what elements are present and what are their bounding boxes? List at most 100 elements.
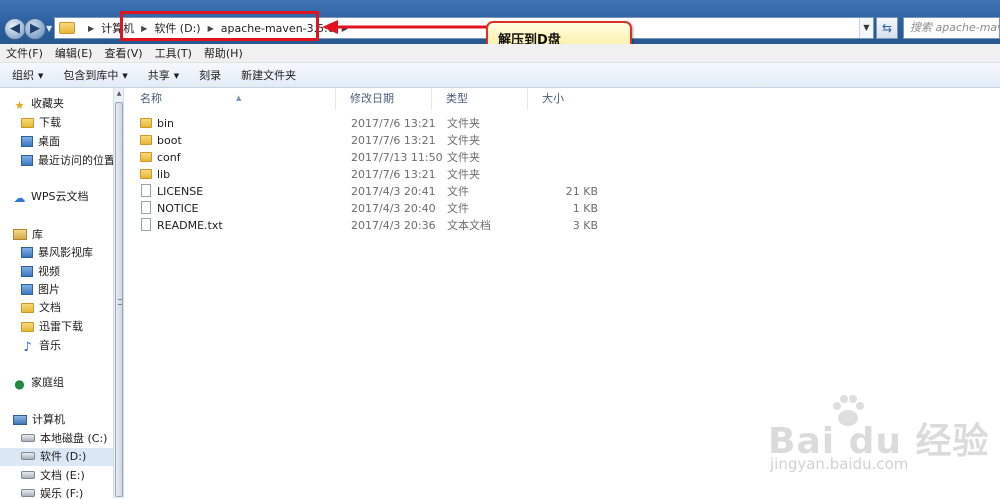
nav-item-recent-places[interactable]: 最近访问的位置 bbox=[0, 152, 113, 170]
recent-pages-dropdown-icon[interactable]: ▼ bbox=[46, 24, 52, 33]
search-input[interactable]: 搜索 apache-maven-3.5.0 bbox=[903, 17, 1000, 39]
organize-label: 组织 bbox=[12, 69, 34, 82]
nav-item-desktop[interactable]: 桌面 bbox=[0, 133, 113, 151]
column-header-date[interactable]: 修改日期 bbox=[336, 88, 432, 110]
cloud-icon: ☁ bbox=[13, 191, 26, 205]
address-history-dropdown-icon[interactable]: ▼ bbox=[859, 18, 873, 38]
downloads-folder-icon bbox=[21, 118, 34, 128]
file-date: 2017/4/3 20:36 bbox=[351, 219, 436, 232]
file-name: conf bbox=[157, 151, 181, 164]
nav-drive-f[interactable]: 娱乐 (F:) bbox=[0, 485, 113, 499]
menu-edit[interactable]: 编辑(E) bbox=[49, 45, 99, 61]
nav-item-label: 视频 bbox=[38, 265, 60, 278]
picture-icon bbox=[21, 284, 33, 295]
burn-button[interactable]: 刻录 bbox=[187, 67, 229, 83]
back-button[interactable]: ◀ bbox=[4, 18, 26, 40]
file-name-cell: LICENSE bbox=[140, 183, 203, 200]
nav-scrollbar[interactable]: ▲ bbox=[113, 88, 124, 499]
nav-drive-d[interactable]: 软件 (D:) bbox=[0, 448, 113, 466]
refresh-button[interactable]: ⇆ bbox=[876, 17, 898, 39]
download-folder-icon bbox=[21, 322, 34, 332]
nav-homegroup[interactable]: ● 家庭组 bbox=[0, 374, 113, 392]
column-header-size[interactable]: 大小 bbox=[528, 88, 604, 110]
nav-item-label: 软件 (D:) bbox=[40, 450, 87, 463]
nav-item-music[interactable]: ♪ 音乐 bbox=[0, 337, 113, 355]
column-header-name[interactable]: 名称 ▲ bbox=[126, 88, 336, 110]
file-name: bin bbox=[157, 117, 175, 130]
menu-bar: 文件(F) 编辑(E) 查看(V) 工具(T) 帮助(H) bbox=[0, 44, 1000, 63]
menu-tools[interactable]: 工具(T) bbox=[149, 45, 198, 61]
file-row[interactable]: LICENSE 2017/4/3 20:41 文件 21 KB bbox=[126, 183, 1000, 200]
file-name: lib bbox=[157, 168, 171, 181]
nav-item-label: 暴风影视库 bbox=[38, 246, 93, 259]
nav-item-label: 文档 bbox=[39, 301, 61, 314]
new-folder-button[interactable]: 新建文件夹 bbox=[229, 67, 304, 83]
nav-drive-c[interactable]: 本地磁盘 (C:) bbox=[0, 430, 113, 448]
nav-computer[interactable]: 计算机 bbox=[0, 411, 113, 429]
chevron-down-icon: ▼ bbox=[38, 72, 44, 80]
menu-view[interactable]: 查看(V) bbox=[98, 45, 148, 61]
nav-item-label: 桌面 bbox=[38, 135, 60, 148]
organize-button[interactable]: 组织 ▼ bbox=[0, 67, 51, 83]
menu-file[interactable]: 文件(F) bbox=[0, 45, 49, 61]
nav-item-downloads[interactable]: 下载 bbox=[0, 114, 113, 132]
column-size-label: 大小 bbox=[542, 92, 564, 105]
file-size: 1 KB bbox=[572, 202, 598, 215]
column-type-label: 类型 bbox=[446, 92, 468, 105]
nav-item-videos[interactable]: 视频 bbox=[0, 263, 113, 281]
file-row[interactable]: bin 2017/7/6 13:21 文件夹 bbox=[126, 115, 1000, 132]
file-type: 文本文档 bbox=[447, 219, 491, 232]
file-date: 2017/4/3 20:40 bbox=[351, 202, 436, 215]
nav-wps-cloud[interactable]: ☁ WPS云文档 bbox=[0, 188, 113, 206]
share-button[interactable]: 共享 ▼ bbox=[136, 67, 187, 83]
nav-item-label: 娱乐 (F:) bbox=[40, 487, 84, 499]
nav-drive-e[interactable]: 文档 (E:) bbox=[0, 467, 113, 485]
nav-item-label: 音乐 bbox=[39, 339, 61, 352]
nav-item-label: 迅雷下载 bbox=[39, 320, 83, 333]
music-note-icon: ♪ bbox=[23, 340, 32, 355]
file-row[interactable]: boot 2017/7/6 13:21 文件夹 bbox=[126, 132, 1000, 149]
video-icon bbox=[21, 266, 33, 277]
folder-icon bbox=[59, 22, 75, 34]
drive-icon bbox=[21, 434, 35, 442]
file-type: 文件 bbox=[447, 202, 469, 215]
chevron-down-icon: ▼ bbox=[173, 72, 180, 80]
file-row[interactable]: README.txt 2017/4/3 20:36 文本文档 3 KB bbox=[126, 217, 1000, 234]
breadcrumb-chevron-icon[interactable]: ▶ bbox=[88, 24, 94, 33]
scroll-up-icon[interactable]: ▲ bbox=[114, 88, 124, 100]
file-icon bbox=[141, 201, 151, 214]
drive-icon bbox=[21, 489, 35, 497]
scrollbar-thumb[interactable] bbox=[115, 102, 123, 497]
file-name-cell: boot bbox=[140, 132, 182, 149]
file-name-cell: NOTICE bbox=[140, 200, 198, 217]
forward-arrow-icon: ▶ bbox=[30, 21, 40, 36]
file-date: 2017/7/6 13:21 bbox=[351, 168, 436, 181]
nav-item-label: 下载 bbox=[39, 116, 61, 129]
nav-item-baofeng-library[interactable]: 暴风影视库 bbox=[0, 244, 113, 262]
file-name: NOTICE bbox=[157, 202, 199, 215]
file-icon bbox=[141, 184, 151, 197]
menu-help[interactable]: 帮助(H) bbox=[198, 45, 249, 61]
file-size: 21 KB bbox=[565, 185, 598, 198]
nav-item-label: 文档 (E:) bbox=[40, 469, 85, 482]
file-name: LICENSE bbox=[157, 185, 204, 198]
file-type: 文件夹 bbox=[447, 151, 480, 164]
file-row[interactable]: lib 2017/7/6 13:21 文件夹 bbox=[126, 166, 1000, 183]
nav-favorites[interactable]: ★ 收藏夹 bbox=[0, 95, 113, 113]
nav-computer-label: 计算机 bbox=[32, 413, 65, 426]
baidu-watermark: Bai du 经验 jingyan.baidu.com bbox=[758, 382, 1000, 499]
star-icon: ★ bbox=[14, 99, 25, 112]
nav-item-documents[interactable]: 文档 bbox=[0, 299, 113, 317]
column-header-type[interactable]: 类型 bbox=[432, 88, 528, 110]
nav-libraries[interactable]: 库 bbox=[0, 226, 113, 244]
forward-button[interactable]: ▶ bbox=[24, 18, 46, 40]
annotation-arrow-icon bbox=[322, 20, 490, 34]
nav-homegroup-label: 家庭组 bbox=[31, 376, 64, 389]
file-row[interactable]: NOTICE 2017/4/3 20:40 文件 1 KB bbox=[126, 200, 1000, 217]
nav-item-xunlei-downloads[interactable]: 迅雷下载 bbox=[0, 318, 113, 336]
folder-icon bbox=[140, 118, 152, 128]
library-icon bbox=[13, 229, 27, 240]
file-row[interactable]: conf 2017/7/13 11:50 文件夹 bbox=[126, 149, 1000, 166]
nav-item-pictures[interactable]: 图片 bbox=[0, 281, 113, 299]
include-library-button[interactable]: 包含到库中 ▼ bbox=[51, 67, 135, 83]
